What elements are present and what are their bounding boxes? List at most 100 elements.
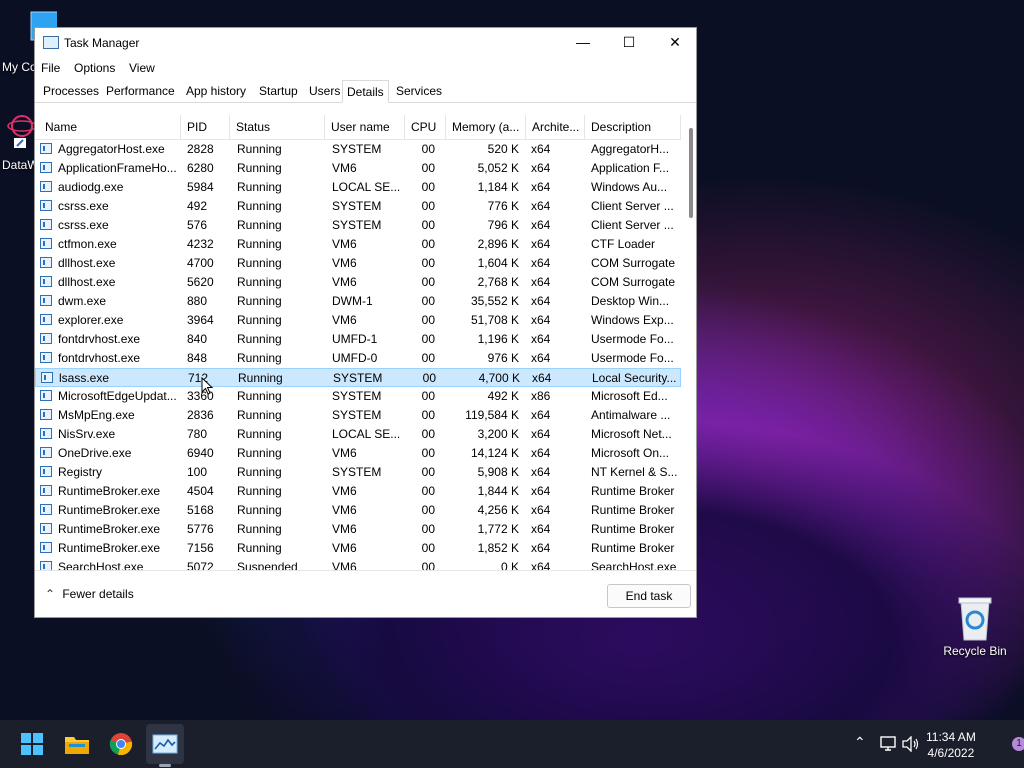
table-row[interactable]: dwm.exe 880 Running DWM-1 00 35,552 K x64 Deskt… — [35, 292, 681, 311]
cell-user: VM6 — [332, 275, 357, 289]
task-manager-taskbar-button[interactable] — [149, 728, 181, 760]
cell-status: Running — [237, 351, 282, 365]
show-hidden-icons-chevron-icon[interactable]: ⌃ — [854, 734, 866, 751]
tab-startup[interactable]: Startup — [255, 80, 302, 102]
chrome-taskbar-button[interactable] — [105, 728, 137, 760]
table-row[interactable]: MsMpEng.exe 2836 Running SYSTEM 00 119,584 K x… — [35, 406, 681, 425]
table-row[interactable]: MicrosoftEdgeUpdat... 3360 Running SYSTEM 00… — [35, 387, 681, 406]
table-row[interactable]: dllhost.exe 4700 Running VM6 00 1,604 K x64 COM… — [35, 254, 681, 273]
cell-status: Running — [237, 275, 282, 289]
table-row[interactable]: OneDrive.exe 6940 Running VM6 00 14,124 K x64 M… — [35, 444, 681, 463]
menu-view[interactable]: View — [129, 61, 155, 75]
tab-users[interactable]: Users — [305, 80, 344, 102]
table-row[interactable]: fontdrvhost.exe 848 Running UMFD-0 00 976 K x6… — [35, 349, 681, 368]
clock[interactable]: 11:34 AM 4/6/2022 — [926, 729, 976, 761]
fewer-details-button[interactable]: ⌃ Fewer details — [45, 587, 134, 601]
cell-pid: 4700 — [187, 256, 214, 270]
table-row[interactable]: audiodg.exe 5984 Running LOCAL SE... 00 1,184… — [35, 178, 681, 197]
table-row[interactable]: csrss.exe 576 Running SYSTEM 00 796 K x64 Clien… — [35, 216, 681, 235]
column-header-pid[interactable]: PID — [181, 115, 230, 139]
cell-user: VM6 — [332, 161, 357, 175]
table-row[interactable]: RuntimeBroker.exe 4504 Running VM6 00 1,844 K… — [35, 482, 681, 501]
cell-mem: 4,256 K — [477, 503, 519, 517]
cell-name: RuntimeBroker.exe — [58, 503, 161, 517]
cell-mem: 119,584 K — [465, 408, 519, 422]
table-row[interactable]: csrss.exe 492 Running SYSTEM 00 776 K x64 Clien… — [35, 197, 681, 216]
table-row[interactable]: RuntimeBroker.exe 5776 Running VM6 00 1,772 K… — [35, 520, 681, 539]
table-row[interactable]: RuntimeBroker.exe 7156 Running VM6 00 1,852 K… — [35, 539, 681, 558]
vertical-scrollbar[interactable] — [689, 128, 693, 218]
table-row[interactable]: NisSrv.exe 780 Running LOCAL SE... 00 3,200 K… — [35, 425, 681, 444]
column-header-memory[interactable]: Memory (a... — [446, 115, 526, 139]
desktop-icon-recycle-bin[interactable]: Recycle Bin — [940, 596, 1010, 658]
process-icon — [40, 257, 52, 268]
column-header-description[interactable]: Description — [585, 115, 681, 139]
end-task-button[interactable]: End task — [607, 584, 691, 608]
table-row[interactable]: SearchHost.exe 5072 Suspended VM6 00 0 K x64 Se… — [35, 558, 681, 570]
tab-services[interactable]: Services — [392, 80, 446, 102]
cell-mem: 976 K — [487, 351, 519, 365]
tab-details[interactable]: Details — [342, 80, 389, 103]
table-row[interactable]: ctfmon.exe 4232 Running VM6 00 2,896 K x64 CTF … — [35, 235, 681, 254]
cell-status: Running — [238, 371, 283, 385]
cell-mem: 14,124 K — [470, 446, 519, 460]
network-icon[interactable] — [879, 736, 897, 752]
cell-user: VM6 — [332, 313, 357, 327]
title-bar[interactable]: Task Manager — ☐ ✕ — [35, 28, 696, 58]
menu-file[interactable]: File — [41, 61, 60, 75]
taskbar: ⌃ 11:34 AM 4/6/2022 1 — [0, 720, 1024, 768]
table-row[interactable]: fontdrvhost.exe 840 Running UMFD-1 00 1,196 K… — [35, 330, 681, 349]
notification-badge[interactable]: 1 — [1012, 737, 1024, 751]
cell-pid: 5984 — [187, 180, 214, 194]
cell-name: SearchHost.exe — [58, 560, 144, 570]
column-header-status[interactable]: Status — [230, 115, 325, 139]
cell-user: VM6 — [332, 560, 357, 570]
process-list: AggregatorHost.exe 2828 Running SYSTEM 00 520… — [35, 140, 681, 570]
minimize-button[interactable]: — — [560, 28, 606, 56]
table-row[interactable]: lsass.exe 712 Running SYSTEM 00 4,700 Kx64 Loc… — [35, 368, 681, 387]
footer-bar: ⌃ Fewer details End task — [35, 570, 696, 619]
cell-arch: x64 — [531, 275, 551, 289]
maximize-button[interactable]: ☐ — [606, 28, 652, 56]
cell-arch: x86 — [531, 389, 551, 403]
tab-app-history[interactable]: App history — [182, 80, 250, 102]
tab-processes[interactable]: Processes — [39, 80, 103, 102]
process-icon — [40, 523, 52, 534]
column-header-user-name[interactable]: User name — [325, 115, 405, 139]
cell-user: VM6 — [332, 503, 357, 517]
volume-icon[interactable] — [902, 736, 920, 752]
cell-status: Running — [237, 484, 282, 498]
task-manager-icon — [43, 36, 59, 49]
start-icon — [21, 733, 43, 755]
cell-mem: 520 K — [487, 142, 519, 156]
cell-cpu: 00 — [421, 560, 435, 570]
table-row[interactable]: Registry 100 Running SYSTEM 00 5,908 K x64 NT K… — [35, 463, 681, 482]
column-header-cpu[interactable]: CPU — [405, 115, 446, 139]
process-icon — [40, 162, 52, 173]
table-row[interactable]: dllhost.exe 5620 Running VM6 00 2,768 K x64 COM… — [35, 273, 681, 292]
cell-desc: COM Surrogate — [591, 256, 676, 270]
close-button[interactable]: ✕ — [652, 28, 698, 56]
cell-desc: Antimalware ... — [591, 408, 671, 422]
cell-name: lsass.exe — [59, 371, 110, 385]
cell-mem: 492 K — [487, 389, 519, 403]
table-row[interactable]: explorer.exe 3964 Running VM6 00 51,708 K x64 W… — [35, 311, 681, 330]
file-explorer-taskbar-button[interactable] — [61, 728, 93, 760]
cell-user: VM6 — [332, 522, 357, 536]
start-button[interactable] — [16, 728, 48, 760]
cell-name: fontdrvhost.exe — [58, 332, 141, 346]
cell-arch: x64 — [531, 446, 551, 460]
cell-cpu: 00 — [421, 446, 435, 460]
table-row[interactable]: RuntimeBroker.exe 5168 Running VM6 00 4,256 K… — [35, 501, 681, 520]
table-row[interactable]: AggregatorHost.exe 2828 Running SYSTEM 00 520… — [35, 140, 681, 159]
table-row[interactable]: ApplicationFrameHo... 6280 Running VM6 00 5,0… — [35, 159, 681, 178]
cell-mem: 1,844 K — [477, 484, 519, 498]
cell-status: Running — [237, 446, 282, 460]
cell-cpu: 00 — [421, 294, 435, 308]
menu-bar: File Options View — [35, 57, 696, 79]
menu-options[interactable]: Options — [74, 61, 115, 75]
column-header-architecture[interactable]: Archite... — [526, 115, 585, 139]
column-header-name[interactable]: Name ^ — [39, 115, 181, 139]
tab-performance[interactable]: Performance — [102, 80, 179, 102]
cell-cpu: 00 — [421, 389, 435, 403]
